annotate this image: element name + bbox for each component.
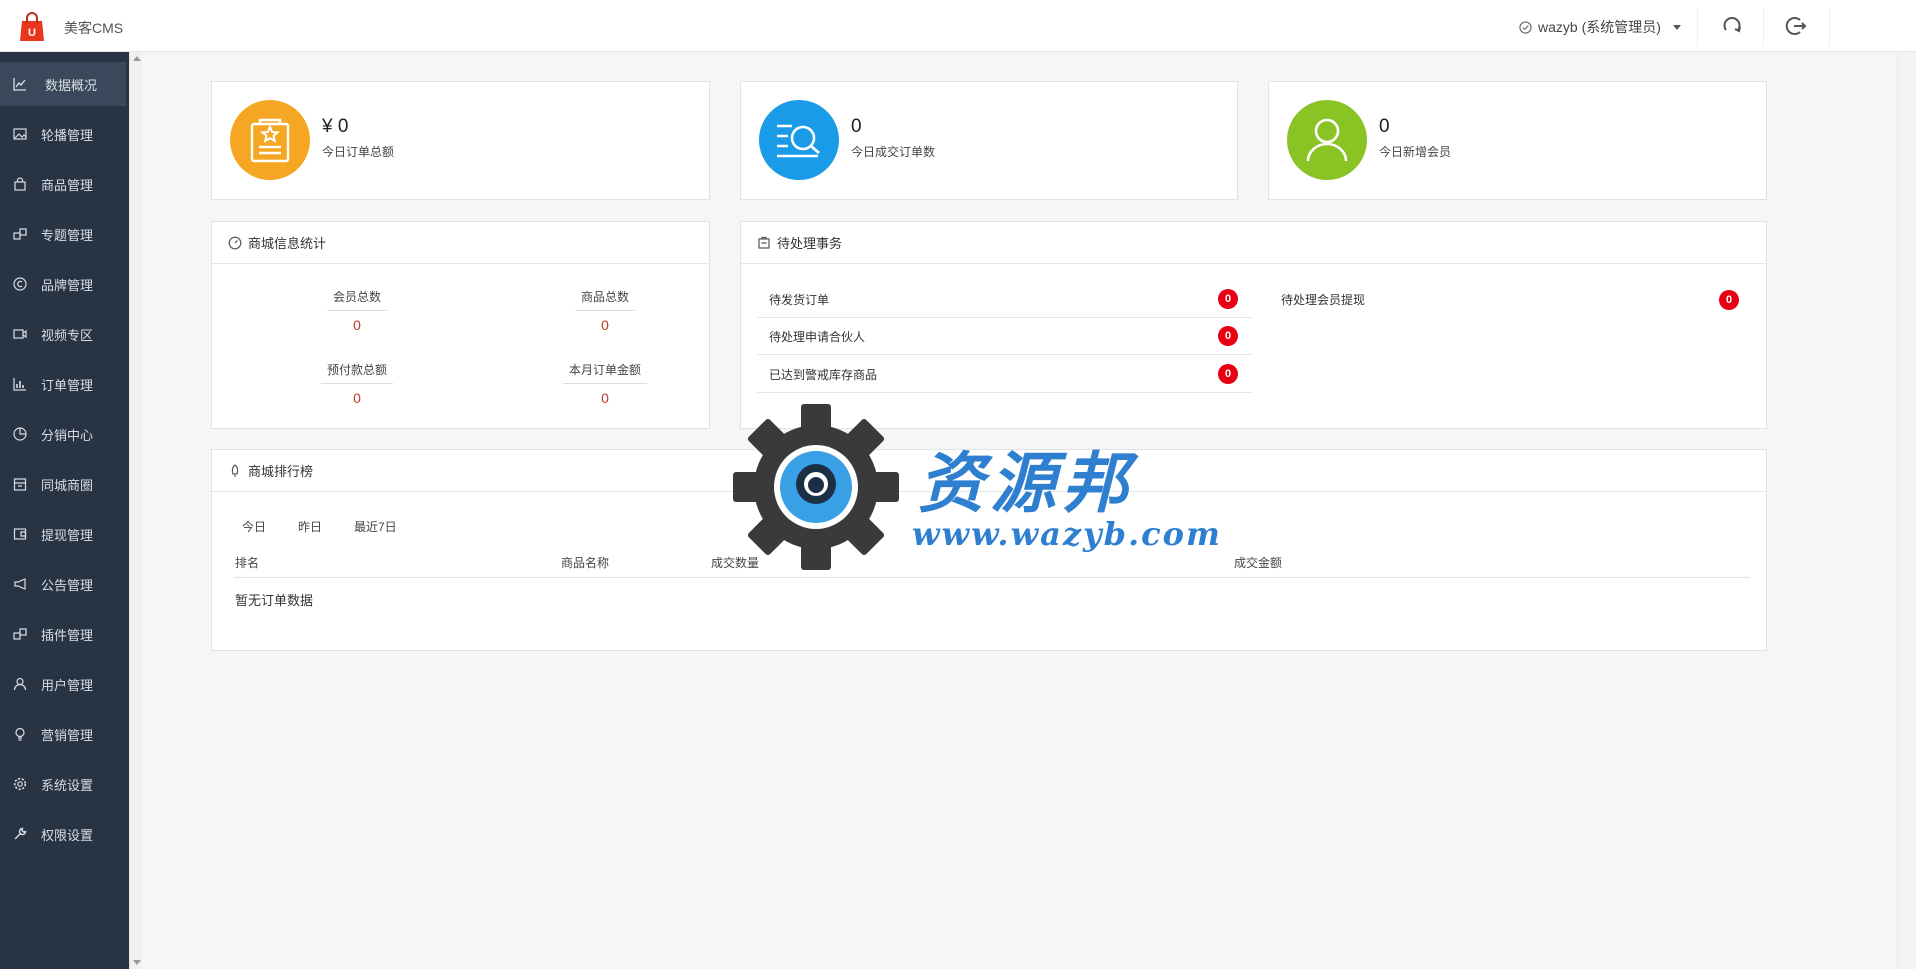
stat-value: ¥ 0	[322, 116, 349, 137]
tab-last-7-days[interactable]: 最近7日	[354, 518, 397, 535]
clipboard-icon	[758, 236, 770, 249]
panel-header: 商城信息统计	[212, 222, 709, 264]
info-month-orders: 本月订单金额 0	[545, 361, 665, 406]
todo-panel: 待处理事务 待发货订单 0 待处理申请合伙人 0 已达到警戒库存商品 0 待处理…	[740, 221, 1767, 429]
line-chart-icon	[13, 78, 26, 91]
divider	[1697, 8, 1698, 46]
stat-card-order-count: 0 今日成交订单数	[740, 81, 1238, 200]
watermark-url: www.wazyb.com	[912, 515, 1222, 553]
column-product-name: 商品名称	[561, 556, 610, 570]
sidebar-item-users[interactable]: 用户管理	[0, 662, 126, 706]
todo-row-low-stock[interactable]: 已达到警戒库存商品 0	[757, 356, 1252, 393]
stat-icon-circle	[230, 100, 310, 180]
megaphone-icon	[14, 578, 26, 590]
user-name: wazyb (系统管理员)	[1538, 19, 1661, 35]
table-header-divider	[234, 577, 1750, 578]
stat-value: 0	[851, 116, 862, 137]
info-member-total: 会员总数 0	[297, 288, 417, 333]
column-amount: 成交金额	[1234, 556, 1283, 570]
mall-info-panel: 商城信息统计 会员总数 0 商品总数 0 预付款总额 0 本月订单金额 0	[211, 221, 710, 429]
watermark-title: 资源邦	[918, 444, 1134, 522]
column-rank: 排名	[235, 556, 260, 570]
list-search-icon	[777, 124, 820, 158]
sidebar-item-videos[interactable]: 视频专区	[0, 312, 126, 356]
stat-card-order-total: ¥ 0 今日订单总额	[211, 81, 710, 200]
sidebar-item-permissions[interactable]: 权限设置	[0, 812, 126, 856]
page-scrollbar[interactable]	[1897, 52, 1916, 969]
count-badge: 0	[1218, 326, 1238, 346]
sidebar-item-plugins[interactable]: 插件管理	[0, 612, 126, 656]
count-badge: 0	[1218, 364, 1238, 384]
divider	[1763, 8, 1764, 46]
stat-label: 今日成交订单数	[851, 145, 936, 159]
sidebar-item-brands[interactable]: 品牌管理	[0, 262, 126, 306]
sidebar-item-topics[interactable]: 专题管理	[0, 212, 126, 256]
sidebar-item-overview[interactable]: 数据概况	[0, 62, 126, 106]
gear-icon	[13, 777, 27, 791]
refresh-icon[interactable]	[1720, 14, 1744, 38]
count-badge: 0	[1218, 289, 1238, 309]
stat-label: 今日订单总额	[322, 145, 395, 159]
panel-header: 待处理事务	[741, 222, 1766, 264]
sidebar-item-withdrawals[interactable]: 提现管理	[0, 512, 126, 556]
wrench-icon	[14, 827, 27, 840]
info-prepaid-total: 预付款总额 0	[297, 361, 417, 406]
scroll-down-arrow-icon[interactable]	[133, 960, 141, 965]
bar-chart-icon	[13, 378, 26, 391]
stat-card-new-members: 0 今日新增会员	[1268, 81, 1767, 200]
sidebar-item-marketing[interactable]: 营销管理	[0, 712, 126, 756]
clipboard-star-icon	[250, 118, 290, 163]
sidebar: 数据概况 轮播管理 商品管理 专题管理 品牌管理 视频专区 订单管理 分销中心 …	[0, 52, 129, 969]
scroll-up-arrow-icon[interactable]	[133, 56, 141, 61]
store-icon	[13, 478, 27, 491]
gear-eye-watermark-icon	[733, 404, 899, 570]
sidebar-item-distribution[interactable]: 分销中心	[0, 412, 126, 456]
rocket-icon	[231, 463, 239, 477]
stat-value: 0	[1379, 116, 1390, 137]
sidebar-scrollbar[interactable]	[129, 52, 142, 969]
bulb-icon	[15, 727, 25, 741]
sidebar-item-settings[interactable]: 系统设置	[0, 762, 126, 806]
panel-title: 商城信息统计	[248, 236, 327, 251]
user-icon	[1306, 118, 1348, 162]
bag-icon	[14, 177, 26, 191]
svg-text:U: U	[28, 27, 36, 39]
check-circle-icon	[1519, 20, 1532, 34]
todo-row-member-withdrawals[interactable]: 待处理会员提现 0	[1269, 281, 1753, 318]
sidebar-item-products[interactable]: 商品管理	[0, 162, 126, 206]
info-product-total: 商品总数 0	[545, 288, 665, 333]
sidebar-item-announcements[interactable]: 公告管理	[0, 562, 126, 606]
todo-row-partner-applications[interactable]: 待处理申请合伙人 0	[757, 318, 1252, 355]
divider	[1829, 8, 1830, 46]
shop-bag-logo-icon: U	[20, 12, 44, 41]
tab-yesterday[interactable]: 昨日	[298, 518, 322, 535]
plugin-icon	[13, 628, 27, 640]
puzzle-icon	[13, 228, 27, 240]
wallet-icon	[13, 528, 27, 540]
video-icon	[13, 329, 27, 339]
stat-label: 今日新增会员	[1379, 145, 1452, 159]
tab-today[interactable]: 今日	[242, 518, 266, 535]
app-title: 美客CMS	[64, 20, 124, 36]
sidebar-item-carousel[interactable]: 轮播管理	[0, 112, 126, 156]
count-badge: 0	[1719, 289, 1739, 310]
gauge-icon	[228, 236, 242, 249]
sidebar-item-orders[interactable]: 订单管理	[0, 362, 126, 406]
empty-state-text: 暂无订单数据	[235, 593, 314, 608]
user-menu[interactable]: wazyb (系统管理员)	[1519, 17, 1681, 37]
todo-row-pending-shipment[interactable]: 待发货订单 0	[757, 281, 1252, 318]
sidebar-item-local-business[interactable]: 同城商圈	[0, 462, 126, 506]
copyright-icon	[13, 277, 27, 291]
image-icon	[13, 128, 27, 140]
user-icon	[13, 677, 27, 691]
top-header: U 美客CMS wazyb (系统管理员)	[0, 0, 1916, 52]
pie-chart-icon	[13, 427, 27, 441]
chevron-down-icon	[1672, 24, 1681, 30]
panel-title: 待处理事务	[777, 236, 843, 251]
stat-icon-circle	[759, 100, 839, 180]
panel-title: 商城排行榜	[248, 464, 314, 479]
logout-icon[interactable]	[1784, 14, 1808, 38]
stat-icon-circle	[1287, 100, 1367, 180]
